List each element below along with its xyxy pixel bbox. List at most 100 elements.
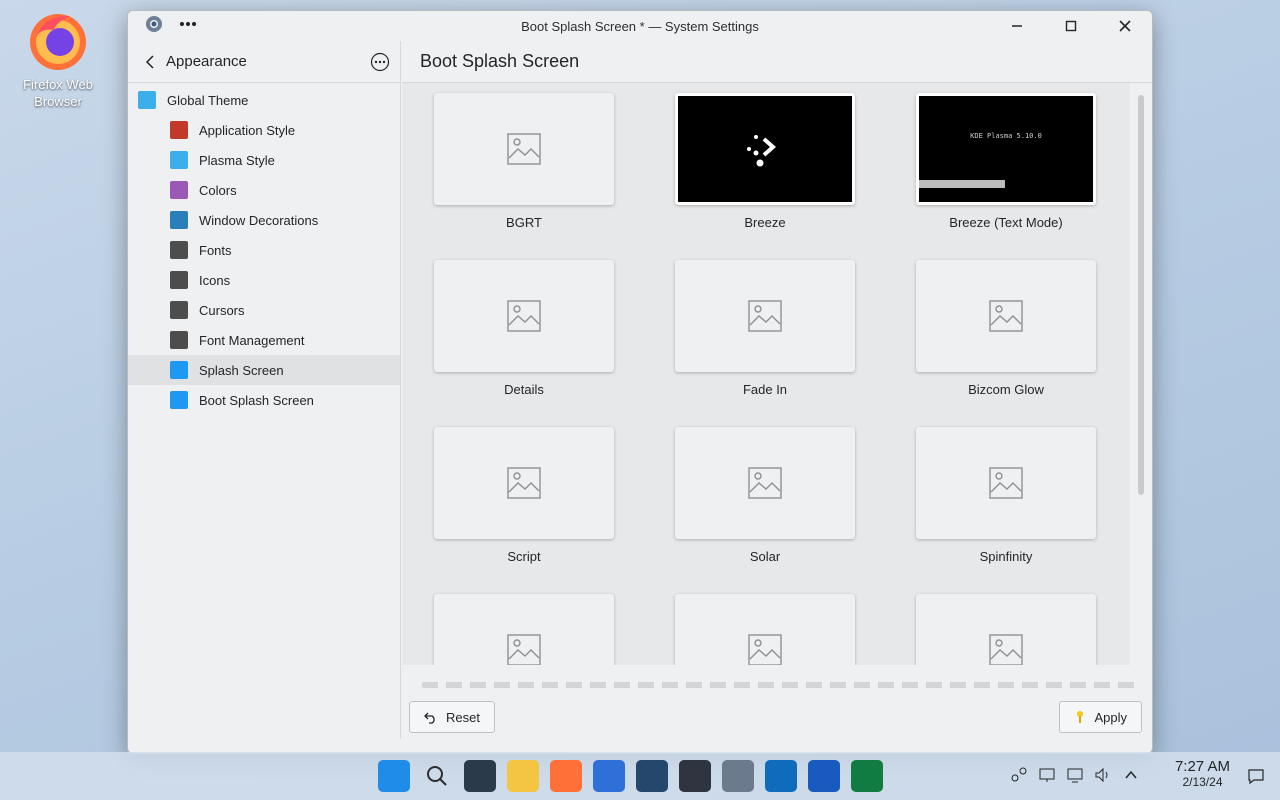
theme-card[interactable]: Fade In <box>675 260 855 397</box>
titlebar: Boot Splash Screen * — System Settings <box>128 11 1152 41</box>
theme-card[interactable]: Spinfinity <box>916 427 1096 564</box>
sidebar-item-label: Font Management <box>199 332 305 348</box>
theme-name: Script <box>507 549 541 564</box>
sidebar-item-application-style[interactable]: Application Style <box>128 115 400 145</box>
close-button[interactable] <box>1098 11 1152 41</box>
taskbar-apps <box>378 760 883 792</box>
footer: Reset Apply <box>402 697 1152 741</box>
clock[interactable]: 7:27 AM 2/13/24 <box>1175 758 1230 789</box>
breeze-preview <box>675 93 855 205</box>
theme-card[interactable]: Solar <box>675 427 855 564</box>
cursors-icon <box>170 301 188 319</box>
task-view-icon[interactable] <box>464 760 496 792</box>
theme-name: Fade In <box>742 382 788 397</box>
theme-name: Details <box>504 382 544 397</box>
apply-label: Apply <box>1094 709 1127 725</box>
theme-grid: BGRT Breeze KDE Plasma 5.10.0 Breeze (Text … <box>402 83 1130 665</box>
sidebar-item-label: Splash Screen <box>199 362 284 378</box>
main-panel: Boot Splash Screen BGRT Breeze KDE Plasma … <box>402 41 1152 739</box>
display-icon[interactable] <box>1038 766 1056 784</box>
sidebar-item-splash-screen[interactable]: Splash Screen <box>128 355 400 385</box>
sidebar-item-window-decorations[interactable]: Window Decorations <box>128 205 400 235</box>
ellipsis-circle-icon <box>370 52 390 71</box>
sidebar-item-label: Icons <box>199 272 231 288</box>
theme-card[interactable]: BGRT <box>434 93 614 230</box>
theme-card[interactable]: Details <box>434 260 614 397</box>
colors-icon <box>170 181 188 199</box>
text-mode-version: KDE Plasma 5.10.0 <box>970 132 1042 140</box>
firefox-icon[interactable] <box>550 760 582 792</box>
sidebar-options-button[interactable] <box>370 52 390 72</box>
scrollbar[interactable] <box>1134 89 1148 669</box>
sidebar-item-cursors[interactable]: Cursors <box>128 295 400 325</box>
plasma-style-icon <box>170 151 188 169</box>
excel-icon[interactable] <box>851 760 883 792</box>
theme-card[interactable]: Breeze <box>675 93 855 230</box>
footer-separator <box>422 682 1142 688</box>
image-placeholder-icon <box>916 594 1096 665</box>
theme-card[interactable]: KDE Plasma 5.10.0 Breeze (Text Mode) <box>916 93 1096 230</box>
file-explorer-icon[interactable] <box>507 760 539 792</box>
scrollbar-handle[interactable] <box>1138 95 1144 495</box>
terminal-icon[interactable] <box>679 760 711 792</box>
chevron-up-icon[interactable] <box>1122 766 1140 784</box>
theme-name: BGRT <box>506 215 542 230</box>
image-placeholder-icon <box>916 260 1096 372</box>
sidebar-item-label: Fonts <box>199 242 232 258</box>
settings-icon[interactable] <box>722 760 754 792</box>
sidebar-item-boot-splash-screen[interactable]: Boot Splash Screen <box>128 385 400 415</box>
back-button[interactable] <box>140 52 160 72</box>
store-icon[interactable] <box>593 760 625 792</box>
theme-card[interactable] <box>434 594 614 665</box>
image-placeholder-icon <box>675 427 855 539</box>
theme-card[interactable] <box>916 594 1096 665</box>
network-share-icon[interactable] <box>1010 766 1028 784</box>
sidebar-item-icons[interactable]: Icons <box>128 265 400 295</box>
font-management-icon <box>170 331 188 349</box>
minimize-button[interactable] <box>990 11 1044 41</box>
sidebar-back-label[interactable]: Appearance <box>166 53 370 70</box>
app-gear-icon[interactable] <box>144 14 164 39</box>
theme-card[interactable]: Script <box>434 427 614 564</box>
sidebar-item-label: Window Decorations <box>199 212 319 228</box>
photos-icon[interactable] <box>636 760 668 792</box>
chevron-left-icon <box>145 54 154 69</box>
fonts-icon <box>170 241 188 259</box>
application-style-icon <box>170 121 188 139</box>
text-mode-preview: KDE Plasma 5.10.0 <box>916 93 1096 205</box>
apply-button[interactable]: Apply <box>1059 701 1142 733</box>
sidebar-item-label: Application Style <box>199 122 296 138</box>
sidebar-item-colors[interactable]: Colors <box>128 175 400 205</box>
outlook-icon[interactable] <box>765 760 797 792</box>
theme-card[interactable]: Bizcom Glow <box>916 260 1096 397</box>
reset-button[interactable]: Reset <box>409 701 495 733</box>
sidebar-item-label: Global Theme <box>167 92 249 108</box>
system-settings-window: Boot Splash Screen * — System Settings A… <box>127 10 1153 754</box>
maximize-button[interactable] <box>1044 11 1098 41</box>
word-icon[interactable] <box>808 760 840 792</box>
start-icon[interactable] <box>378 760 410 792</box>
theme-name: Breeze (Text Mode) <box>949 215 1063 230</box>
notifications-icon[interactable] <box>1246 766 1266 786</box>
icons-icon <box>170 271 188 289</box>
clock-date: 2/13/24 <box>1182 775 1223 789</box>
image-placeholder-icon <box>434 260 614 372</box>
volume-icon[interactable] <box>1094 766 1112 784</box>
sidebar-item-plasma-style[interactable]: Plasma Style <box>128 145 400 175</box>
sidebar-item-label: Colors <box>199 182 237 198</box>
sidebar-list: Global Theme Application Style Plasma Styl… <box>128 83 400 415</box>
theme-card[interactable] <box>675 594 855 665</box>
maximize-icon <box>1065 20 1077 32</box>
sidebar-item-font-management[interactable]: Font Management <box>128 325 400 355</box>
apply-key-icon <box>1077 711 1084 723</box>
system-tray <box>1010 766 1140 784</box>
network-icon[interactable] <box>1066 766 1084 784</box>
desktop-firefox-shortcut[interactable]: Firefox Web Browser <box>14 8 102 110</box>
image-placeholder-icon <box>434 594 614 665</box>
search-icon[interactable] <box>421 760 453 792</box>
sidebar-item-fonts[interactable]: Fonts <box>128 235 400 265</box>
more-menu-icon[interactable] <box>178 14 198 39</box>
minimize-icon <box>1012 25 1022 27</box>
breeze-logo-icon <box>747 135 777 167</box>
sidebar-item-global-theme[interactable]: Global Theme <box>128 85 400 115</box>
